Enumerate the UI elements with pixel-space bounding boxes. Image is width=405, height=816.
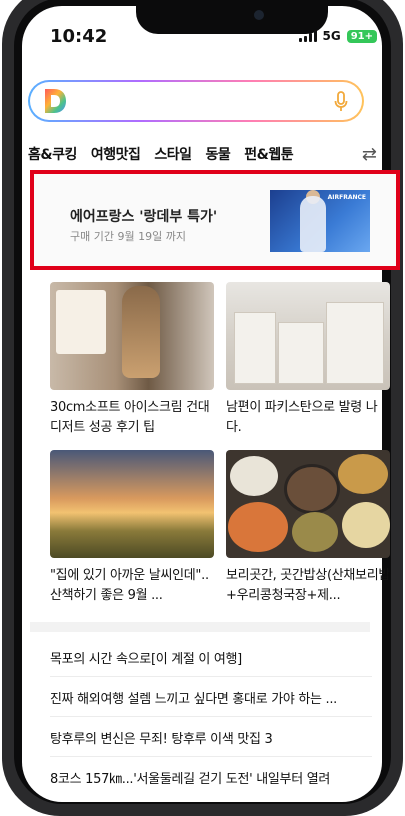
card-image-boxes[interactable] bbox=[226, 282, 390, 390]
list-item[interactable]: 진짜 해외여행 설렘 느끼고 싶다면 홍대로 가야 하는 ... bbox=[50, 688, 370, 707]
battery-badge: 91+ bbox=[346, 29, 377, 43]
card-caption[interactable]: 보리곳간, 곳간밥상(산채보리밥+우리콩청국장+제... bbox=[226, 566, 392, 606]
card-image-dishes[interactable] bbox=[226, 450, 390, 558]
ad-brand-logo: AIRFRANCE bbox=[327, 194, 366, 201]
list-separator bbox=[50, 676, 372, 677]
ad-subtitle: 구매 기간 9월 19일 까지 bbox=[70, 230, 186, 243]
card-image-sunset[interactable] bbox=[50, 450, 214, 558]
network-label: 5G bbox=[322, 29, 341, 43]
card-caption[interactable]: 남편이 파키스탄으로 발령 나다. bbox=[226, 398, 392, 438]
ad-title: 에어프랑스 '랑데부 특가' bbox=[70, 209, 218, 225]
section-divider bbox=[30, 622, 370, 632]
ad-person bbox=[300, 196, 326, 252]
bowl-shape bbox=[230, 456, 278, 496]
ad-banner[interactable]: 에어프랑스 '랑데부 특가' 구매 기간 9월 19일 까지 AIRFRANCE bbox=[30, 170, 400, 270]
ad-image: AIRFRANCE bbox=[270, 190, 370, 252]
icecream-shape bbox=[122, 286, 160, 378]
search-bar[interactable] bbox=[28, 80, 364, 122]
tab-fun-webtoon[interactable]: 펀&웹툰 bbox=[244, 144, 293, 168]
bowl-shape bbox=[292, 512, 338, 552]
box-shape bbox=[326, 302, 384, 384]
card-caption[interactable]: 30cm소프트 아이스크림 건대디저트 성공 후기 팁 bbox=[50, 398, 216, 438]
bowl-shape bbox=[342, 502, 390, 548]
list-item[interactable]: 탕후루의 변신은 무죄! 탕후루 이색 맛집 3 bbox=[50, 728, 370, 747]
daum-logo-icon bbox=[45, 89, 66, 113]
card-caption[interactable]: "집에 있기 아까운 날씨인데"..산책하기 좋은 9월 ... bbox=[50, 566, 216, 606]
tab-style[interactable]: 스타일 bbox=[154, 144, 192, 168]
sign-shape bbox=[56, 290, 106, 354]
list-item[interactable]: 목포의 시간 속으로[이 계절 이 여행] bbox=[50, 648, 370, 667]
camera-icon bbox=[254, 10, 264, 20]
microphone-icon[interactable] bbox=[334, 91, 348, 113]
list-separator bbox=[50, 756, 372, 757]
bowl-shape bbox=[284, 464, 340, 514]
tab-home-cooking[interactable]: 홈&쿠킹 bbox=[28, 144, 77, 168]
swap-arrows-icon[interactable]: ⇄ bbox=[362, 144, 377, 165]
card-image-icecream[interactable] bbox=[50, 282, 214, 390]
list-separator bbox=[50, 716, 372, 717]
status-time: 10:42 bbox=[50, 26, 108, 47]
bowl-shape bbox=[338, 454, 388, 494]
tab-travel-food[interactable]: 여행맛집 bbox=[91, 144, 141, 168]
status-icons: 5G 91+ bbox=[298, 29, 377, 43]
signal-icon bbox=[298, 30, 317, 42]
box-shape bbox=[234, 312, 276, 384]
list-item[interactable]: 8코스 157㎞...'서울둘레길 걷기 도전' 내일부터 열려 bbox=[50, 768, 370, 787]
box-shape bbox=[278, 322, 324, 384]
bowl-shape bbox=[228, 502, 288, 552]
tab-animals[interactable]: 동물 bbox=[206, 144, 231, 168]
category-tabs: 홈&쿠킹 여행맛집 스타일 동물 펀&웹툰 bbox=[28, 144, 368, 168]
search-field[interactable] bbox=[30, 82, 362, 120]
